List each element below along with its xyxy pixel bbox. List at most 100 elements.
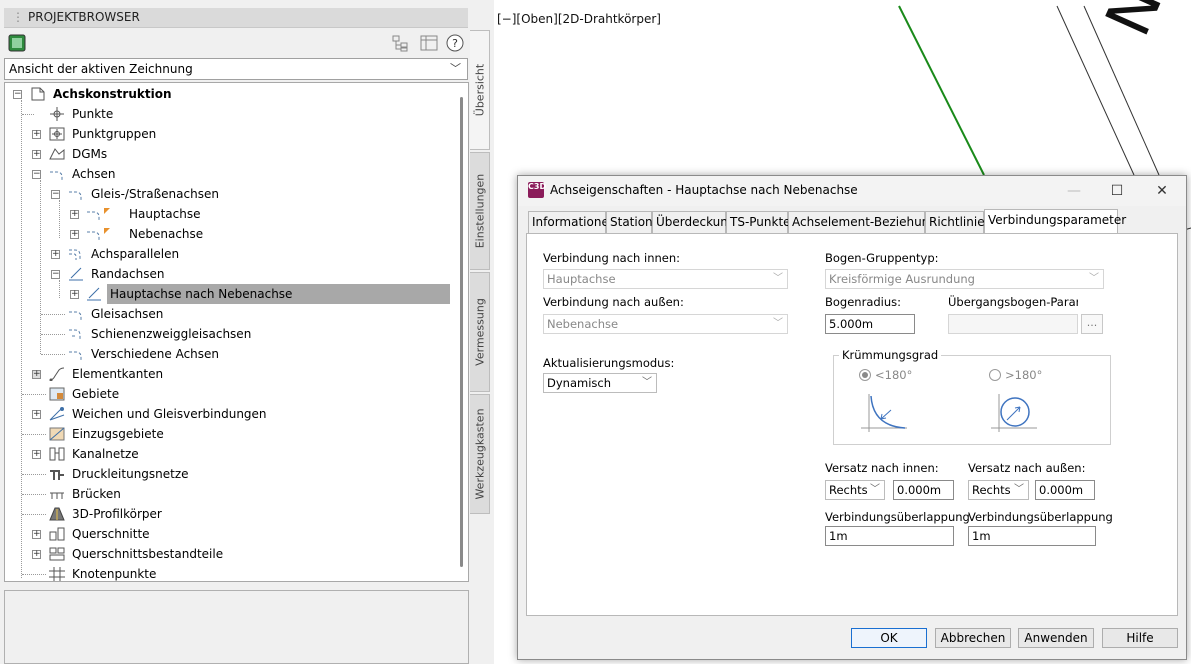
spiral-param-browse-button[interactable]: ... [1081,314,1103,334]
tree-item-einzugsgebiete[interactable]: Einzugsgebiete [5,424,445,444]
tree-item-querschnittsbestandteile[interactable]: + Querschnittsbestandteile [5,544,445,564]
arc-radius-input[interactable]: 5.000m [825,314,915,334]
tab-station[interactable]: Station [606,211,653,233]
alignment-line [898,5,985,176]
collapse-icon[interactable]: − [32,170,41,179]
tree-item-achsparallelen[interactable]: + Achsparallelen [5,244,445,264]
view-select-value: Ansicht der aktiven Zeichnung [9,62,193,76]
tree-item-randachsen[interactable]: − Randachsen [5,264,445,284]
offset-inner-input[interactable]: 0.000m [893,480,954,500]
offset-inner-side-select[interactable]: Rechts ﹀ [825,480,885,500]
curv-gt-180-radio[interactable] [989,369,1001,381]
conn-outer-label: Verbindung nach außen: [543,295,684,309]
svg-text:?: ? [452,37,458,50]
expand-icon[interactable]: + [70,210,79,219]
tree-item-bruecken[interactable]: Brücken [5,484,445,504]
curv-lt-180-radio[interactable] [859,369,871,381]
panel-title: PROJEKTBROWSER [28,10,140,24]
dialog-title: Achseigenschaften - Hauptachse nach Nebe… [550,183,858,197]
tree-item-gebiete[interactable]: Gebiete [5,384,445,404]
tab-werkzeugkasten[interactable]: Werkzeugkasten [470,394,490,514]
expand-icon[interactable]: + [32,550,41,559]
alignment-icon [87,211,100,220]
tree-item-punkte[interactable]: Punkte [5,104,445,124]
tab-richtlinien[interactable]: Richtlinien [925,211,992,233]
update-mode-select[interactable]: Dynamisch ﹀ [543,373,657,393]
tree-item-punktgruppen[interactable]: + Punktgruppen [5,124,445,144]
tree-scrollbar[interactable] [460,97,463,567]
tab-einstellungen[interactable]: Einstellungen [470,152,490,270]
arc-group-select[interactable]: Kreisförmige Ausrundung ﹀ [825,269,1104,289]
tree-item-knotenpunkte[interactable]: Knotenpunkte [5,564,445,581]
conn-inner-select[interactable]: Hauptachse ﹀ [543,269,788,289]
expand-icon[interactable]: + [32,530,41,539]
tree-item-dgms[interactable]: + DGMs [5,144,445,164]
apply-button[interactable]: Anwenden [1018,628,1094,648]
tree-item-hauptachse-nach-nebenachse[interactable]: + Hauptachse nach Nebenachse [5,284,455,304]
point-icon [50,107,64,121]
conn-outer-select[interactable]: Nebenachse ﹀ [543,314,788,334]
tree-item-achskonstruktion[interactable]: − Achskonstruktion [5,84,445,104]
corridor-icon [49,507,65,521]
help-icon[interactable]: ? [446,34,464,52]
tree-item-verschiedene-achsen[interactable]: Verschiedene Achsen [5,344,445,364]
tab-vermessung[interactable]: Vermessung [470,272,490,392]
minimize-icon[interactable]: — [1060,180,1088,202]
tree-item-nebenachse[interactable]: + Nebenachse [5,224,445,244]
alignment-icon [69,191,82,200]
cancel-button[interactable]: Abbrechen [935,628,1011,648]
tree-item-3d-profilkoerper[interactable]: 3D-Profilkörper [5,504,445,524]
tree-view-icon[interactable] [392,34,410,52]
tree-item-gleisachsen[interactable]: Gleisachsen [5,304,445,324]
chevron-down-icon: ﹀ [642,377,652,388]
feature-line-icon [49,367,65,381]
tree-item-elementkanten[interactable]: + Elementkanten [5,364,445,384]
dialog-title-bar[interactable]: C3D Achseigenschaften - Hauptachse nach … [518,176,1186,206]
overlap-inner-input[interactable]: 1m [825,526,954,546]
curb-return-icon [87,287,101,301]
grip-icon[interactable]: ⋮ [12,10,24,24]
conn-inner-label: Verbindung nach innen: [543,251,681,265]
panel-title-bar[interactable]: ⋮ PROJEKTBROWSER [4,8,468,28]
tree-item-hauptachse[interactable]: + Hauptachse [5,204,445,224]
expand-icon[interactable]: + [70,290,79,299]
tab-verbindungsparameter[interactable]: Verbindungsparameter [984,209,1126,234]
tab-ueberdeckung[interactable]: Überdeckung [652,211,736,233]
reference-flag-icon [104,208,110,214]
tree-item-druckleitungsnetze[interactable]: Druckleitungsnetze [5,464,445,484]
ok-button[interactable]: OK [851,628,927,648]
tab-ts-punkte[interactable]: TS-Punkte [726,211,791,233]
overlap-outer-input[interactable]: 1m [968,526,1096,546]
offset-outer-input[interactable]: 0.000m [1035,480,1095,500]
collapse-icon[interactable]: − [51,270,60,279]
tree-item-achsen[interactable]: − Achsen [5,164,445,184]
expand-icon[interactable]: + [32,130,41,139]
tree-item-kanalnetze[interactable]: + Kanalnetze [5,444,445,464]
maximize-icon[interactable]: ☐ [1103,180,1131,202]
tree-item-schienenzweiggleisachsen[interactable]: Schienenzweiggleisachsen [5,324,445,344]
offset-outer-side-select[interactable]: Rechts ﹀ [968,480,1029,500]
collapse-icon[interactable]: − [51,190,60,199]
list-view-icon[interactable] [420,34,438,52]
view-select[interactable]: Ansicht der aktiven Zeichnung ﹀ [4,58,468,80]
close-icon[interactable]: ✕ [1148,180,1176,202]
surface-icon [49,148,65,160]
pressure-network-icon [50,470,64,480]
site-icon [49,387,65,401]
tab-informationen[interactable]: Informationen [528,211,616,233]
expand-icon[interactable]: + [32,410,41,419]
tree-item-weichen[interactable]: + Weichen und Gleisverbindungen [5,404,445,424]
tab-uebersicht[interactable]: Übersicht [470,30,490,150]
tab-achselement-beziehungen[interactable]: Achselement-Beziehungen [788,211,952,233]
collapse-icon[interactable]: − [13,90,22,99]
expand-icon[interactable]: + [51,250,60,259]
spiral-param-input[interactable] [948,314,1078,334]
help-button[interactable]: Hilfe [1102,628,1178,648]
toggle-preview-icon[interactable] [8,34,26,52]
expand-icon[interactable]: + [32,370,41,379]
expand-icon[interactable]: + [70,230,79,239]
tree-item-querschnitte[interactable]: + Querschnitte [5,524,445,544]
tree-item-gleis-strassenachsen[interactable]: − Gleis-/Straßenachsen [5,184,445,204]
expand-icon[interactable]: + [32,150,41,159]
expand-icon[interactable]: + [32,450,41,459]
